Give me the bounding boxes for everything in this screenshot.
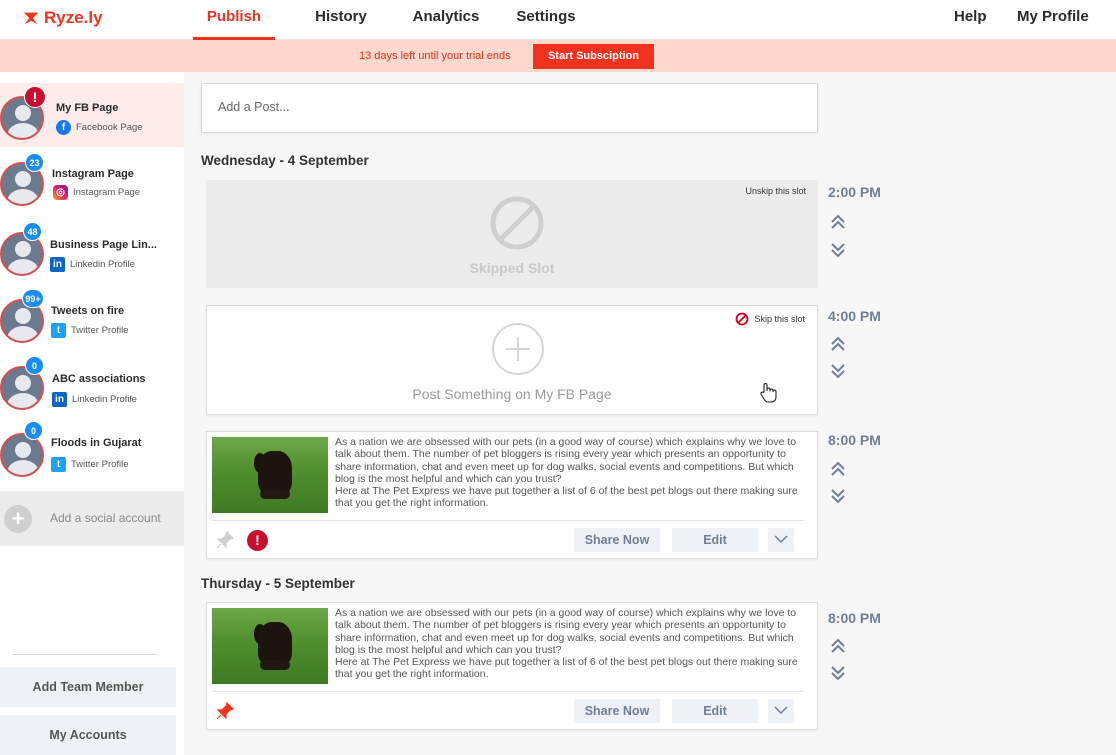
- post-image: [212, 437, 328, 513]
- linkedin-icon: in: [50, 257, 65, 272]
- tab-history[interactable]: History: [302, 0, 380, 40]
- logo-icon: [23, 12, 39, 25]
- skip-slot-button[interactable]: Skip this slot: [735, 312, 805, 326]
- divider: [12, 654, 157, 655]
- scheduled-post[interactable]: As a nation we are obsessed with our pet…: [206, 431, 818, 559]
- skipped-slot: Unskip this slot Skipped Slot: [206, 180, 818, 288]
- account-name: Tweets on fire: [51, 305, 125, 317]
- move-down-icon[interactable]: [830, 665, 846, 681]
- move-up-icon[interactable]: [830, 336, 846, 352]
- scheduled-post[interactable]: As a nation we are obsessed with our pet…: [206, 602, 818, 730]
- account-type: f Facebook Page: [56, 120, 143, 135]
- chevron-down-icon: [774, 535, 788, 544]
- unskip-slot-button[interactable]: Unskip this slot: [745, 186, 806, 196]
- skipped-slot-label: Skipped Slot: [469, 260, 555, 276]
- account-type: t Twitter Profile: [51, 323, 129, 338]
- slot-time: 8:00 PM: [828, 610, 881, 626]
- account-name: Floods in Gujarat: [51, 437, 142, 449]
- move-up-icon[interactable]: [830, 638, 846, 654]
- add-team-member-button[interactable]: Add Team Member: [0, 667, 176, 707]
- post-image: [212, 608, 328, 684]
- post-something-label: Post Something on My FB Page: [412, 386, 612, 402]
- avatar: [0, 433, 44, 477]
- plus-icon: +: [4, 505, 32, 533]
- pin-icon[interactable]: [215, 701, 235, 721]
- facebook-icon: f: [56, 120, 71, 135]
- account-type: in Linkedin Profile: [52, 392, 137, 407]
- account-item-abc-associations[interactable]: 0 ABC associations in Linkedin Profile: [0, 355, 184, 419]
- my-accounts-button[interactable]: My Accounts: [0, 715, 176, 755]
- move-up-icon[interactable]: [830, 214, 846, 230]
- add-post-icon: [492, 323, 544, 375]
- brand-logo[interactable]: Ryze.ly: [22, 8, 103, 28]
- skip-icon: [490, 196, 544, 250]
- more-options-button[interactable]: [768, 699, 794, 723]
- account-sidebar: ! My FB Page f Facebook Page 23 Instagram…: [0, 72, 184, 755]
- trial-text: 13 days left until your trial ends: [359, 50, 511, 62]
- divider: [212, 520, 804, 521]
- edit-button[interactable]: Edit: [672, 528, 758, 552]
- empty-slot[interactable]: Skip this slot Post Something on My FB P…: [206, 305, 818, 415]
- slot-time: 8:00 PM: [828, 432, 881, 448]
- move-down-icon[interactable]: [830, 242, 846, 258]
- twitter-icon: t: [51, 323, 66, 338]
- linkedin-icon: in: [52, 392, 67, 407]
- start-subscription-button[interactable]: Start Subsciption: [533, 44, 654, 69]
- publish-queue: Add a Post... Wednesday - 4 September Un…: [184, 72, 1116, 755]
- account-item-tweets-on-fire[interactable]: 99+ Tweets on fire t Twitter Profile: [0, 289, 184, 353]
- slot-time: 4:00 PM: [828, 308, 881, 324]
- count-badge: 99+: [22, 289, 44, 308]
- account-type: ◎ Instagram Page: [53, 185, 140, 200]
- twitter-icon: t: [51, 457, 66, 472]
- add-social-account-button[interactable]: + Add a social account: [0, 491, 184, 546]
- chevron-down-icon: [774, 706, 788, 715]
- count-badge: 48: [23, 222, 42, 241]
- post-text: As a nation we are obsessed with our pet…: [335, 436, 798, 510]
- account-item-business-page[interactable]: 48 Business Page Lin... in Linkedin Profi…: [0, 222, 184, 286]
- count-badge: 0: [24, 421, 43, 440]
- more-options-button[interactable]: [768, 528, 794, 552]
- count-badge: 23: [25, 153, 44, 172]
- skip-icon: [736, 312, 749, 326]
- post-text: As a nation we are obsessed with our pet…: [335, 607, 798, 681]
- account-item-floods-in-gujarat[interactable]: 0 Floods in Gujarat t Twitter Profile: [0, 420, 184, 484]
- pin-icon[interactable]: [215, 530, 235, 550]
- error-badge: !: [24, 86, 46, 108]
- top-nav: Ryze.ly Publish History Analytics Settin…: [0, 0, 1116, 40]
- move-down-icon[interactable]: [830, 488, 846, 504]
- tab-settings[interactable]: Settings: [506, 0, 586, 40]
- share-now-button[interactable]: Share Now: [574, 699, 660, 723]
- hand-cursor-icon: [760, 383, 777, 403]
- my-profile-link[interactable]: My Profile: [1017, 0, 1089, 40]
- tab-publish[interactable]: Publish: [193, 0, 275, 40]
- account-type: t Twitter Profile: [51, 457, 129, 472]
- account-name: Business Page Lin...: [50, 239, 157, 251]
- add-post-input[interactable]: Add a Post...: [201, 83, 818, 133]
- slot-time: 2:00 PM: [828, 184, 881, 200]
- count-badge: 0: [25, 356, 44, 375]
- divider: [212, 691, 804, 692]
- account-name: Instagram Page: [52, 168, 134, 180]
- day-title: Wednesday - 4 September: [201, 153, 369, 168]
- move-up-icon[interactable]: [830, 461, 846, 477]
- instagram-icon: ◎: [53, 185, 68, 200]
- help-link[interactable]: Help: [954, 0, 987, 40]
- edit-button[interactable]: Edit: [672, 699, 758, 723]
- account-name: My FB Page: [56, 102, 119, 114]
- account-item-instagram-page[interactable]: 23 Instagram Page ◎ Instagram Page: [0, 151, 184, 215]
- share-now-button[interactable]: Share Now: [574, 528, 660, 552]
- error-icon[interactable]: !: [247, 530, 268, 551]
- add-post-placeholder: Add a Post...: [218, 100, 290, 114]
- account-item-my-fb-page[interactable]: ! My FB Page f Facebook Page: [0, 83, 184, 147]
- add-social-account-label: Add a social account: [50, 511, 161, 525]
- brand-name: Ryze.ly: [44, 8, 103, 27]
- move-down-icon[interactable]: [830, 363, 846, 379]
- day-title: Thursday - 5 September: [201, 576, 355, 591]
- account-type: in Linkedin Profile: [50, 257, 135, 272]
- account-name: ABC associations: [52, 373, 146, 385]
- tab-analytics[interactable]: Analytics: [402, 0, 490, 40]
